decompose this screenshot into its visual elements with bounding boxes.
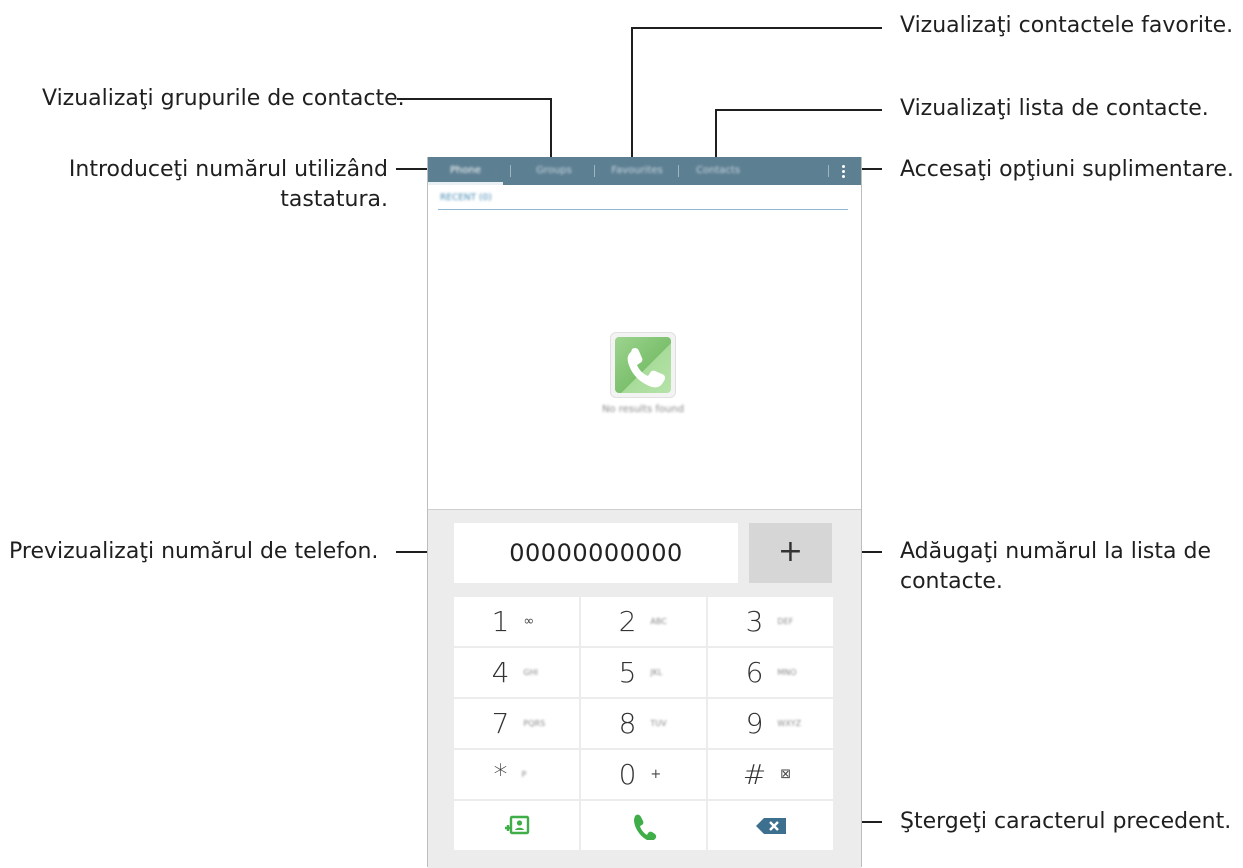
- callout-add-contact-line1: Adăugaţi numărul la lista de: [900, 539, 1211, 564]
- backspace-icon: [755, 817, 786, 834]
- tab-favourites[interactable]: Favourites: [598, 157, 676, 185]
- tab-phone[interactable]: Phone: [428, 157, 503, 185]
- key-digit: 9: [745, 707, 764, 740]
- key-5[interactable]: 5 JKL: [581, 648, 706, 697]
- overflow-dot: [842, 175, 845, 178]
- key-0[interactable]: 0 +: [581, 750, 706, 799]
- key-2[interactable]: 2 ABC: [581, 597, 706, 646]
- key-digit: 3: [745, 605, 764, 638]
- tab-separator: [510, 165, 511, 177]
- tab-separator: [828, 165, 829, 177]
- key-letters: TUV: [650, 719, 667, 728]
- empty-state-text: No results found: [601, 404, 685, 415]
- leader-favorites-h: [632, 27, 882, 29]
- tab-separator: [678, 165, 679, 177]
- key-8[interactable]: 8 TUV: [581, 699, 706, 748]
- key-digit: 1: [491, 605, 510, 638]
- callout-favorites: Vizualizaţi contactele favorite.: [900, 13, 1234, 38]
- dialpad-area: 00000000000 + 1 ∞ 2 ABC 3 DEF 4 GHI 5 JK…: [428, 509, 861, 868]
- empty-phone-icon-tile: [615, 337, 671, 393]
- leader-contacts-h: [716, 109, 882, 111]
- key-digit: 2: [618, 605, 637, 638]
- callout-add-contact: Adăugaţi numărul la lista de contacte.: [900, 537, 1211, 597]
- callout-contacts-list: Vizualizaţi lista de contacte.: [900, 96, 1209, 121]
- overflow-dot: [842, 170, 845, 173]
- number-field-value: 00000000000: [509, 539, 683, 567]
- key-digit: 0: [618, 758, 637, 791]
- key-letters: P: [521, 770, 527, 779]
- number-field[interactable]: 00000000000: [454, 523, 738, 583]
- add-contact-icon: [504, 815, 529, 834]
- tab-bar: Phone Groups Favourites Contacts: [428, 157, 861, 185]
- key-digit: *: [493, 758, 508, 791]
- recent-label: RECENT (0): [440, 193, 492, 203]
- key-9[interactable]: 9 WXYZ: [708, 699, 833, 748]
- key-letters: DEF: [777, 617, 794, 626]
- call-icon: [633, 814, 656, 840]
- tab-contacts[interactable]: Contacts: [683, 157, 753, 185]
- key-1[interactable]: 1 ∞: [454, 597, 579, 646]
- callout-keypad-line1: Introduceţi numărul utilizând: [68, 157, 388, 182]
- key-letters: ABC: [650, 617, 667, 626]
- recent-divider: [438, 209, 848, 210]
- callout-keypad-line2: tastatura.: [280, 187, 388, 212]
- callout-preview-number: Previzualizaţi numărul de telefon.: [9, 539, 379, 564]
- callout-more-options: Accesaţi opţiuni suplimentare.: [900, 157, 1234, 182]
- key-letters: JKL: [650, 668, 663, 677]
- add-to-contacts-button[interactable]: +: [749, 523, 832, 583]
- backspace-button[interactable]: [708, 801, 833, 850]
- key-7[interactable]: 7 PQRS: [454, 699, 579, 748]
- key-digit: 6: [745, 656, 764, 689]
- tab-separator: [594, 165, 595, 177]
- callout-keypad: Introduceţi numărul utilizând tastatura.: [20, 155, 388, 215]
- key-hash[interactable]: # ⊠: [708, 750, 833, 799]
- handset-icon: [627, 347, 666, 388]
- key-3[interactable]: 3 DEF: [708, 597, 833, 646]
- key-digit: 5: [618, 656, 637, 689]
- leader-groups-h: [397, 98, 551, 100]
- key-letters: +: [650, 767, 662, 782]
- phone-screen: Phone Groups Favourites Contacts RECENT …: [427, 157, 862, 868]
- key-4[interactable]: 4 GHI: [454, 648, 579, 697]
- callout-delete-char: Ştergeţi caracterul precedent.: [900, 809, 1232, 834]
- callout-groups: Vizualizaţi grupurile de contacte.: [42, 86, 405, 111]
- tab-phone-underline: [428, 182, 503, 185]
- key-letters: WXYZ: [777, 719, 802, 728]
- key-digit: #: [742, 758, 767, 791]
- key-star[interactable]: * P: [454, 750, 579, 799]
- key-digit: 8: [618, 707, 637, 740]
- empty-phone-icon: [610, 332, 676, 398]
- key-digit: 4: [491, 656, 510, 689]
- key-letters: MNO: [777, 668, 797, 677]
- key-letters: PQRS: [523, 719, 546, 728]
- callout-add-contact-line2: contacte.: [900, 569, 1003, 594]
- silent-icon: ⊠: [780, 767, 792, 782]
- overflow-menu-icon[interactable]: [832, 157, 854, 185]
- key-letters: GHI: [523, 668, 538, 677]
- tab-groups[interactable]: Groups: [518, 157, 590, 185]
- overflow-dot: [842, 165, 845, 168]
- call-button[interactable]: [581, 801, 706, 850]
- voicemail-icon: ∞: [523, 614, 535, 629]
- key-digit: 7: [491, 707, 510, 740]
- add-contact-button[interactable]: [454, 801, 579, 850]
- key-6[interactable]: 6 MNO: [708, 648, 833, 697]
